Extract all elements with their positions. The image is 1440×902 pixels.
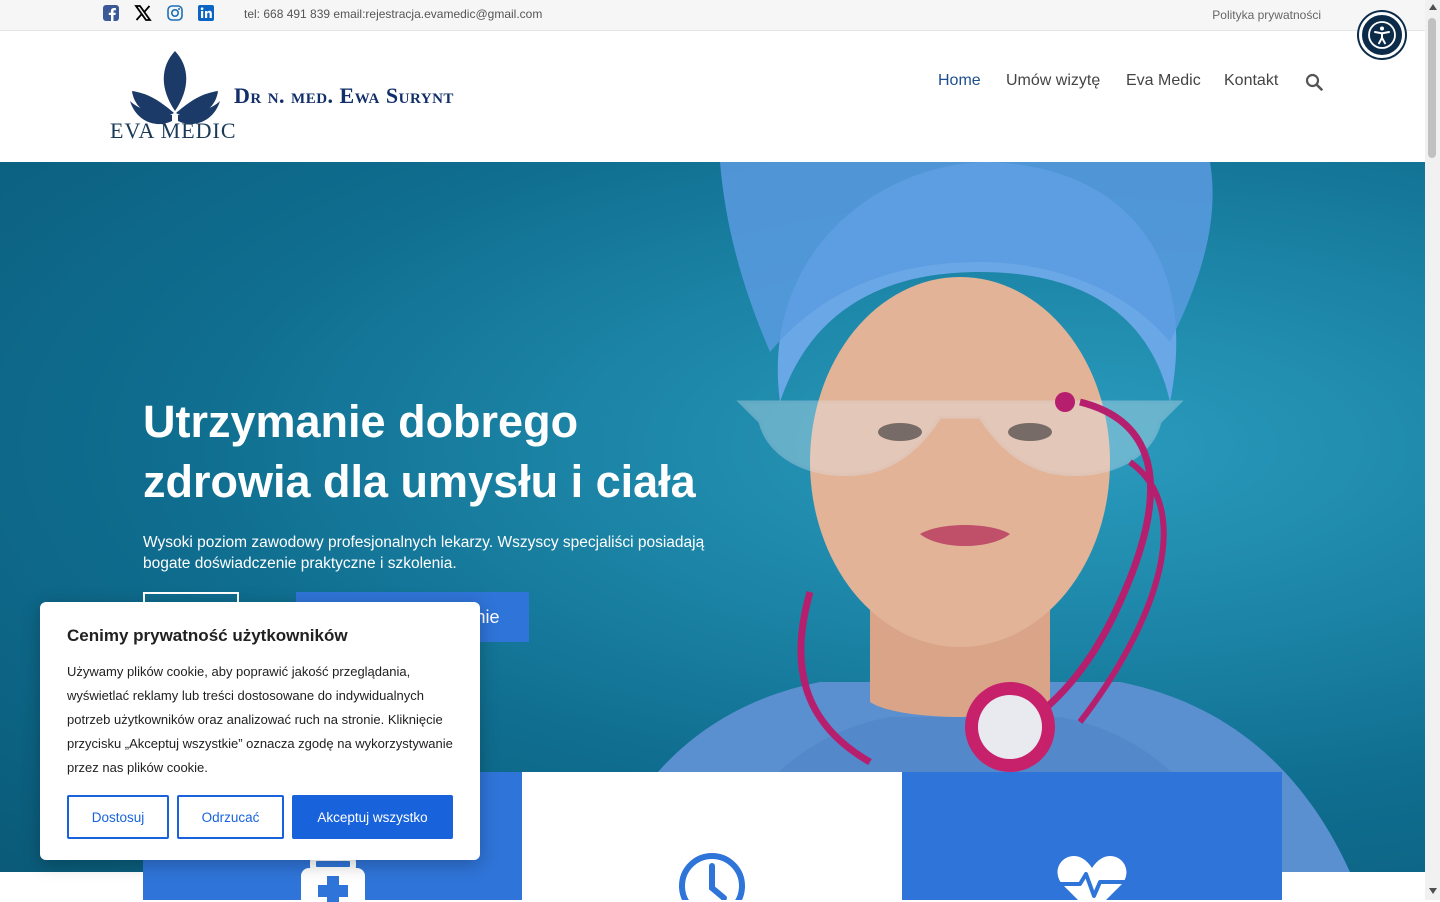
nav-book-visit[interactable]: Umów wizytę — [1006, 72, 1100, 90]
linkedin-icon[interactable] — [197, 4, 215, 22]
accessibility-icon — [1368, 21, 1396, 49]
hero-subtitle: Wysoki poziom zawodowy profesjonalnych l… — [143, 534, 705, 572]
cookie-consent-dialog: Cenimy prywatność użytkowników Używamy p… — [40, 602, 480, 860]
feature-card-2 — [522, 772, 902, 900]
nav-eva-medic[interactable]: Eva Medic — [1126, 72, 1201, 90]
x-twitter-icon[interactable] — [134, 4, 152, 22]
top-bar: tel: 668 491 839 email:rejestracja.evame… — [0, 0, 1425, 31]
privacy-policy-link[interactable]: Polityka prywatności — [1212, 8, 1321, 22]
clock-icon — [679, 853, 745, 900]
site-title[interactable]: Dr n. med. Ewa Surynt — [234, 83, 454, 109]
cookie-text: Używamy plików cookie, aby poprawić jako… — [67, 664, 453, 775]
cookie-customize-button[interactable]: Dostosuj — [67, 795, 169, 839]
accessibility-button[interactable] — [1359, 12, 1405, 58]
medical-kit-icon — [301, 858, 365, 902]
logo-text: EVA MEDIC — [110, 118, 237, 143]
cookie-title: Cenimy prywatność użytkowników — [67, 626, 348, 645]
nav-home[interactable]: Home — [938, 72, 981, 90]
hero-title: Utrzymanie dobrego zdrowia dla umysłu i c… — [143, 396, 696, 507]
cookie-reject-button[interactable]: Odrzucać — [177, 795, 284, 839]
scroll-up-icon[interactable] — [1429, 4, 1437, 10]
feature-card-3 — [902, 772, 1282, 900]
heartbeat-icon — [1057, 856, 1127, 900]
page-scrollbar[interactable] — [1425, 0, 1440, 900]
scroll-down-icon[interactable] — [1429, 888, 1437, 894]
scroll-thumb[interactable] — [1428, 18, 1436, 158]
nav-contact[interactable]: Kontakt — [1224, 72, 1278, 90]
search-icon[interactable] — [1305, 73, 1323, 91]
site-header: EVA MEDIC Dr n. med. Ewa Surynt Home Umó… — [0, 31, 1425, 162]
contact-info: tel: 668 491 839 email:rejestracja.evame… — [244, 7, 543, 21]
doctor-image — [600, 162, 1350, 872]
instagram-icon[interactable] — [166, 4, 184, 22]
cookie-accept-button[interactable]: Akceptuj wszystko — [292, 795, 453, 839]
facebook-icon[interactable] — [102, 4, 120, 22]
